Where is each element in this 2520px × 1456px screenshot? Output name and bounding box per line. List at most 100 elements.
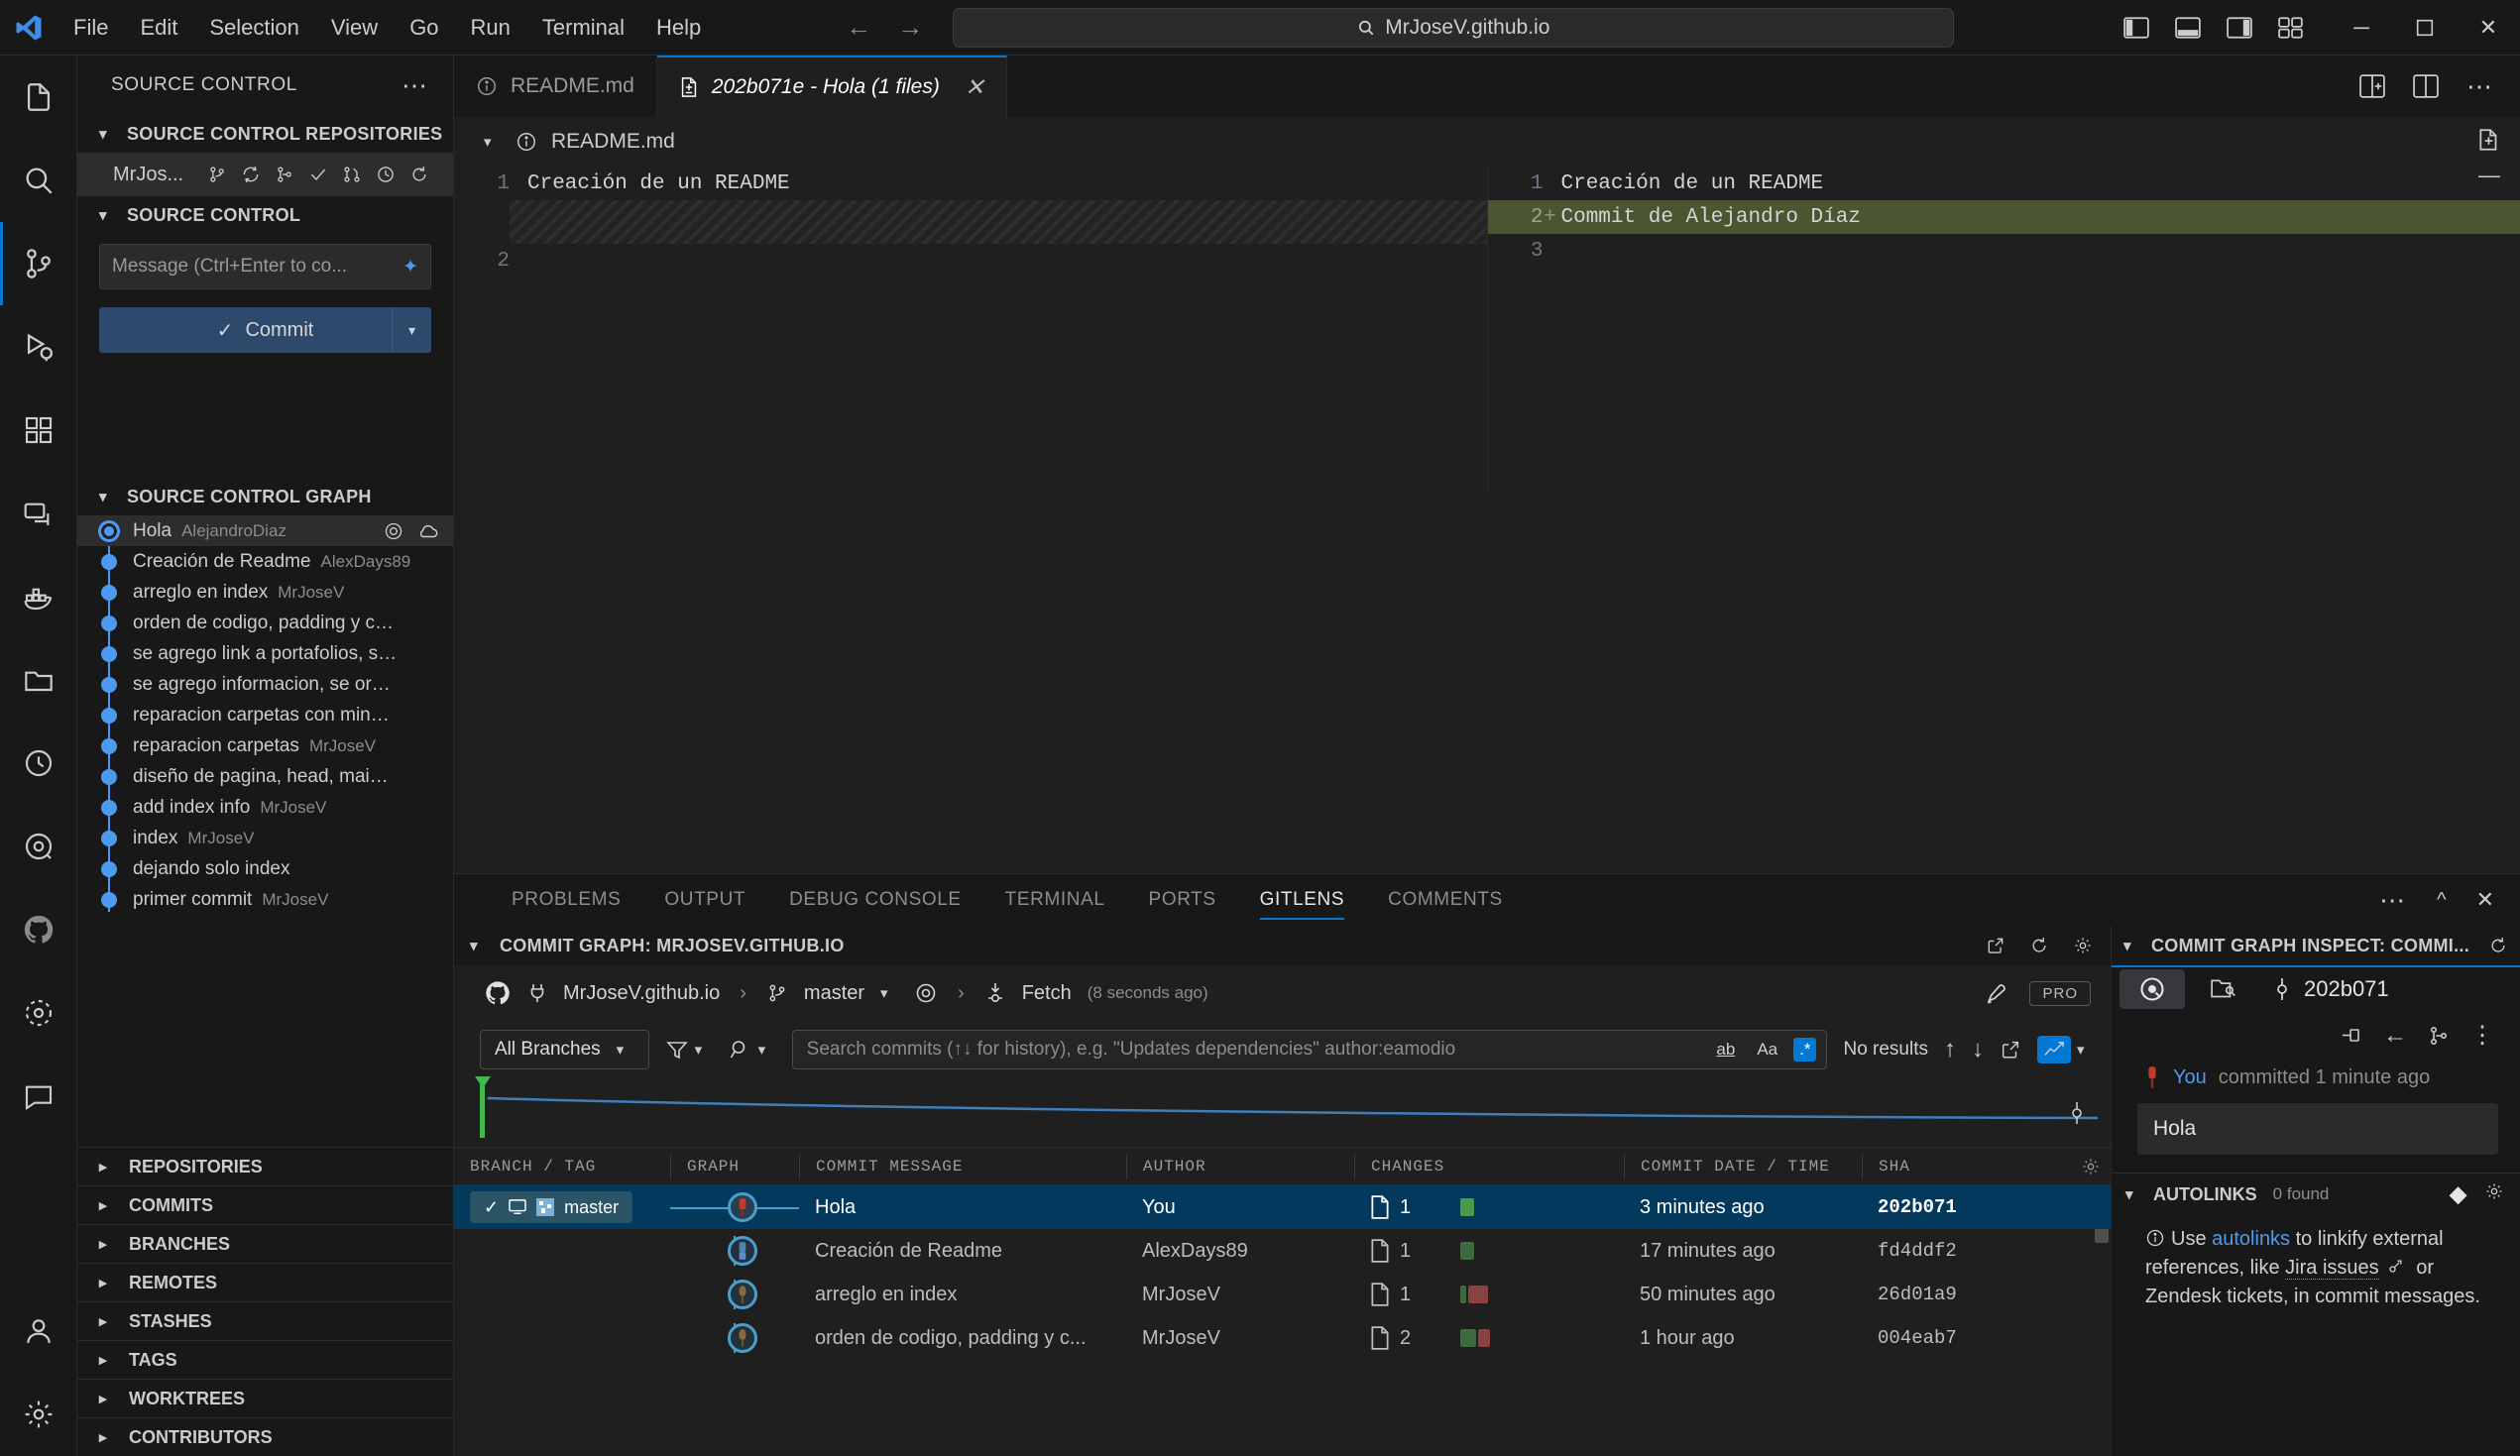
list-item[interactable]: dejando solo index [77,853,453,884]
table-row[interactable]: orden de codigo, padding y c... MrJoseV … [454,1316,2111,1360]
more-actions-icon[interactable]: ⋯ [2379,885,2407,916]
chevron-down-icon[interactable]: ▾ [2123,937,2141,954]
run-and-debug-icon[interactable] [0,305,77,389]
settings-gear-icon[interactable] [2484,1181,2504,1207]
sidebar-section-source-control[interactable]: ▾ SOURCE CONTROL [77,196,453,234]
sync-icon[interactable] [241,165,261,184]
list-item[interactable]: reparacion carpetas con minusc... [77,700,453,730]
list-item[interactable]: add index info MrJoseV [77,792,453,823]
extensions-icon[interactable] [0,389,77,472]
chevron-down-icon[interactable]: ▾ [880,984,898,1002]
inspect-tab-overview[interactable] [2119,969,2185,1009]
autolinks-link[interactable]: autolinks [2212,1228,2290,1250]
diff-file-header[interactable]: ▾ README.md [454,117,2520,167]
column-branch-tag[interactable]: BRANCH / TAG [454,1154,670,1179]
command-center[interactable]: MrJoseV.github.io [953,7,1955,48]
table-row[interactable]: Creación de Readme AlexDays89 1 17 minut… [454,1229,2111,1273]
tab-commit-diff[interactable]: 202b071e - Hola (1 files) ✕ [656,56,1007,117]
sidebar-item-branches[interactable]: ▸ BRANCHES [77,1224,453,1263]
list-item[interactable]: Creación de Readme AlexDays89 [77,546,453,577]
refresh-icon[interactable] [2029,936,2049,955]
jira-issues-link[interactable]: Jira issues [2285,1257,2379,1280]
filter-button[interactable]: ▾ [665,1038,713,1062]
branches-filter-dropdown[interactable]: All Branches ▾ [480,1030,649,1069]
column-commit-date-time[interactable]: COMMIT DATE / TIME [1624,1153,1862,1179]
inspect-author[interactable]: You [2173,1066,2207,1089]
column-changes[interactable]: CHANGES [1354,1153,1624,1179]
arrow-left-icon[interactable]: ← [846,12,871,43]
open-in-editor-icon[interactable] [1986,936,2005,955]
sidebar-section-repositories[interactable]: ▾ SOURCE CONTROL REPOSITORIES [77,115,453,153]
branch-chip[interactable]: ✓ master [470,1191,633,1223]
tab-ports[interactable]: PORTS [1127,874,1238,926]
commit-button[interactable]: ✓ Commit ▾ [99,307,431,353]
pin-icon[interactable] [2340,1025,2363,1047]
sidebar-item-commits[interactable]: ▸ COMMITS [77,1185,453,1224]
sidebar-item-repositories[interactable]: ▸ REPOSITORIES [77,1147,453,1185]
menu-go[interactable]: Go [394,9,454,47]
column-graph[interactable]: GRAPH [670,1153,799,1179]
customize-layout-icon[interactable] [2278,17,2304,39]
menu-terminal[interactable]: Terminal [526,9,640,47]
more-actions-icon[interactable]: ⋯ [401,70,429,101]
list-item[interactable]: primer commit MrJoseV [77,884,453,915]
sidebar-item-tags[interactable]: ▸ TAGS [77,1340,453,1379]
gitlens-icon[interactable] [0,805,77,888]
autolinks-header[interactable]: ▾ AUTOLINKS 0 found ◆ [2112,1174,2520,1215]
list-item[interactable]: arreglo en index MrJoseV [77,577,453,608]
gitlens-inspect-icon[interactable] [0,722,77,805]
chat-icon[interactable] [0,1055,77,1138]
tab-terminal[interactable]: TERMINAL [983,874,1127,926]
table-row[interactable]: arreglo en index MrJoseV 1 50 minutes ag… [454,1273,2111,1316]
target-icon[interactable] [914,981,938,1005]
search-mode-button[interactable]: ▾ [729,1038,776,1062]
pro-badge[interactable]: PRO [2029,980,2091,1006]
compare-icon[interactable] [2427,1024,2451,1048]
list-item[interactable]: se agrego informacion, se orden... [77,669,453,700]
chevron-down-icon[interactable]: ▾ [484,133,502,151]
menu-file[interactable]: File [57,9,124,47]
sidebar-item-remotes[interactable]: ▸ REMOTES [77,1263,453,1301]
menu-edit[interactable]: Edit [124,9,193,47]
list-item[interactable]: diseño de pagina, head, main, fo... [77,761,453,792]
column-sha[interactable]: SHA [1862,1153,2071,1179]
column-commit-message[interactable]: COMMIT MESSAGE [799,1153,1126,1179]
split-editor-right-icon[interactable] [2359,74,2385,98]
tab-readme[interactable]: README.md [454,56,657,117]
list-item[interactable]: se agrego link a portafolios, se a... [77,638,453,669]
menu-view[interactable]: View [315,9,394,47]
list-item[interactable]: index MrJoseV [77,823,453,853]
plug-icon[interactable] [527,981,547,1005]
maximize-panel-icon[interactable]: ^ [2437,889,2446,912]
manage-settings-gear-icon[interactable] [0,1373,77,1456]
maximize-icon[interactable] [2393,0,2457,56]
cloud-icon[interactable] [417,521,439,541]
minimize-icon[interactable]: ─ [2330,0,2393,56]
repository-row[interactable]: MrJos... [77,153,453,196]
tab-comments[interactable]: COMMENTS [1366,874,1525,926]
sidebar-item-worktrees[interactable]: ▸ WORKTREES [77,1379,453,1417]
open-changes-icon[interactable] [2476,127,2502,153]
list-item[interactable]: Hola AlejandroDiaz [77,515,453,546]
arrow-down-icon[interactable]: ↓ [1972,1036,1984,1064]
accounts-icon[interactable] [0,1289,77,1373]
checkout-icon[interactable] [275,165,294,184]
sidebar-item-stashes[interactable]: ▸ STASHES [77,1301,453,1340]
menu-bar[interactable]: File Edit Selection View Go Run Terminal… [57,9,717,47]
branch-icon[interactable] [207,165,227,184]
close-icon[interactable]: ✕ [965,73,984,102]
inspect-commit-sha[interactable]: 202b071 [2272,976,2389,1002]
target-icon[interactable] [384,521,403,541]
generate-commit-message-icon[interactable]: ✦ [402,256,418,279]
settings-gear-icon[interactable] [2073,936,2093,955]
refresh-icon[interactable] [409,165,429,184]
history-icon[interactable] [376,165,396,184]
source-control-icon[interactable] [0,222,77,305]
search-input[interactable]: Search commits (↑↓ for history), e.g. "U… [791,1030,1828,1069]
more-actions-icon[interactable]: ⋮ [2470,1021,2494,1050]
arrow-right-icon[interactable]: → [897,12,923,43]
tab-debug-console[interactable]: DEBUG CONSOLE [767,874,983,926]
chevron-down-icon[interactable]: ▾ [470,937,488,954]
more-actions-icon[interactable]: ⋯ [2466,71,2494,102]
arrow-up-icon[interactable]: ↑ [1944,1036,1956,1064]
